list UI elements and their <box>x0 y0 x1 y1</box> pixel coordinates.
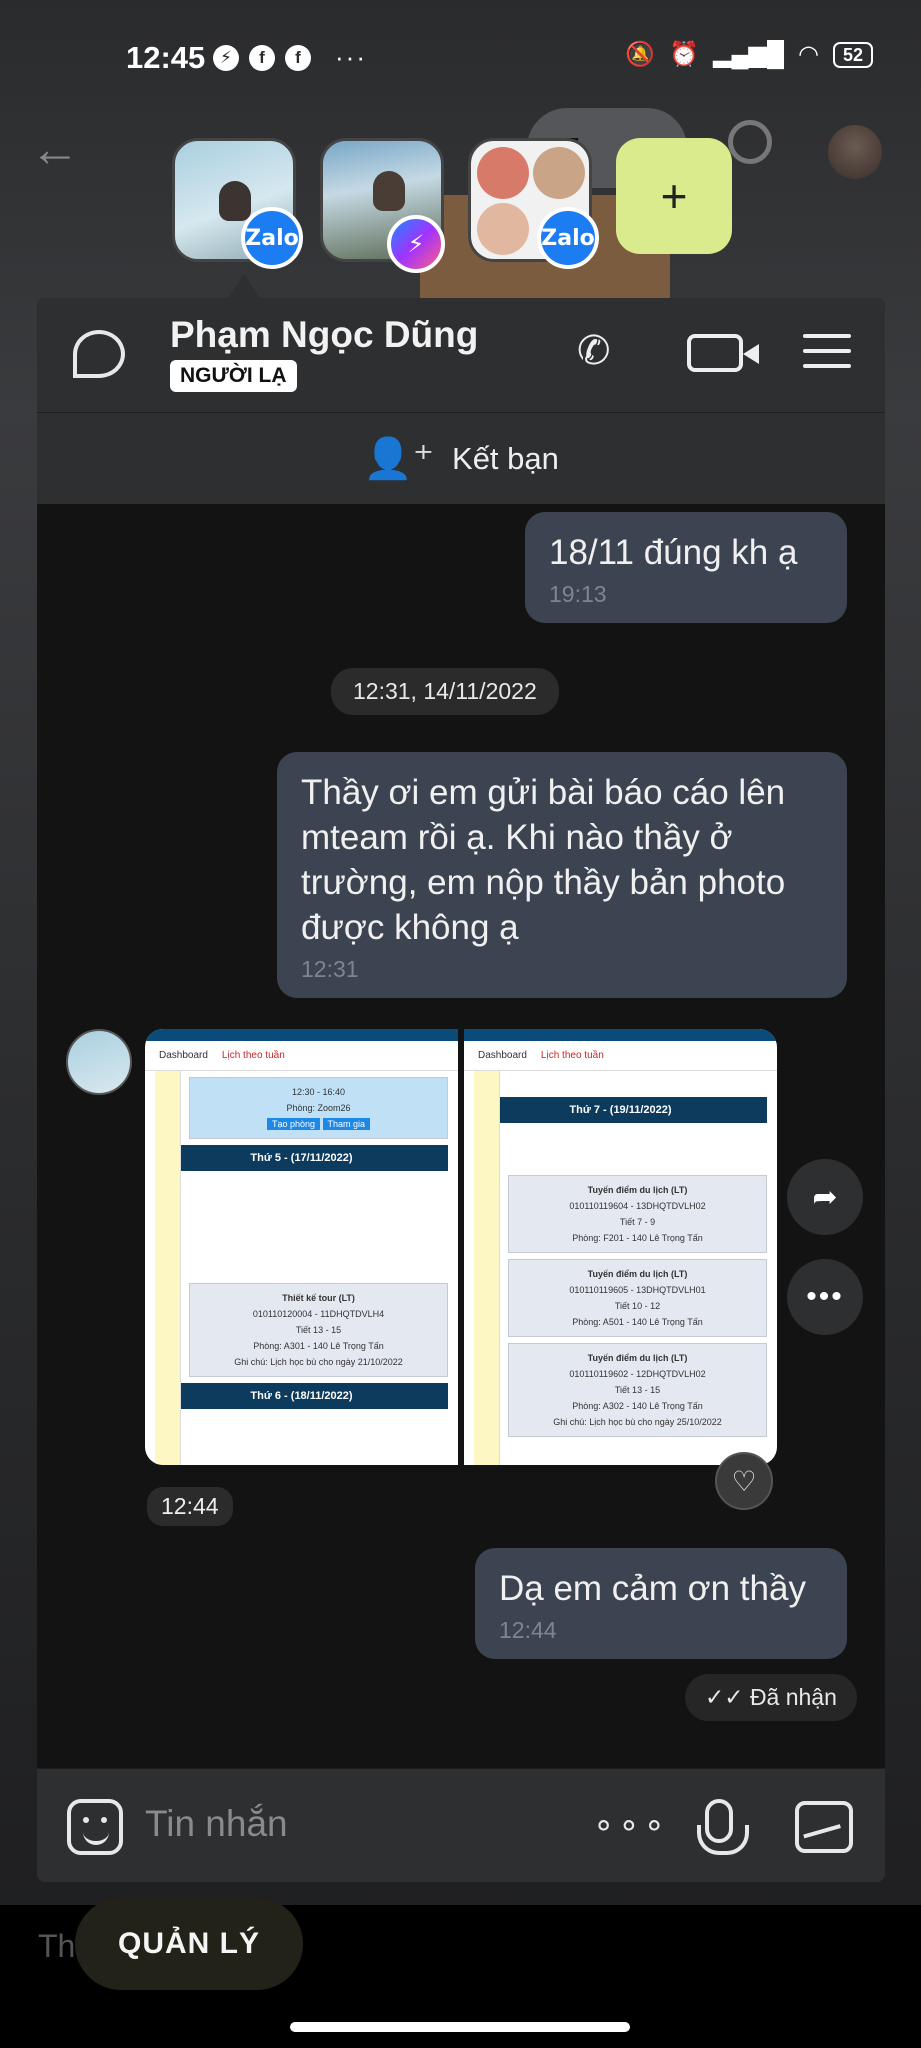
schedule-card: Tuyến điểm du lịch (LT) 010110119605 - 1… <box>508 1259 767 1337</box>
chat-heads: Zalo ⚡ Zalo + <box>172 138 732 273</box>
avatar <box>219 181 251 221</box>
add-friend-button[interactable]: 👤⁺ Kết bạn <box>37 412 885 504</box>
phone-icon[interactable]: ✆ <box>577 328 611 374</box>
manage-button[interactable]: QUẢN LÝ <box>75 1898 303 1990</box>
schedule-card: 12:30 - 16:40 Phòng: Zoom26 Tạo phòng Th… <box>189 1077 448 1139</box>
message-time: 19:13 <box>549 581 607 607</box>
zalo-icon: Zalo <box>537 207 599 269</box>
date-separator: 12:31, 14/11/2022 <box>331 668 559 715</box>
image-message[interactable]: Dashboard Lịch theo tuần 12:30 - 16:40 P… <box>145 1029 777 1465</box>
chat-bubble-icon[interactable] <box>73 330 125 378</box>
schedule-image-left[interactable]: Dashboard Lịch theo tuần 12:30 - 16:40 P… <box>145 1029 458 1465</box>
message-time: 12:44 <box>499 1617 557 1643</box>
day-header: Thứ 5 - (17/11/2022) <box>155 1145 448 1171</box>
outgoing-message[interactable]: Dạ em cảm ơn thầy 12:44 <box>475 1548 847 1659</box>
day-header: Thứ 6 - (18/11/2022) <box>155 1383 448 1409</box>
day-header: Thứ 7 - (19/11/2022) <box>474 1097 767 1123</box>
wifi-icon: ◠ <box>798 41 819 68</box>
back-arrow-icon: ← <box>30 121 80 177</box>
add-chat-head-button[interactable]: + <box>616 138 732 254</box>
tab-week-schedule: Lịch theo tuần <box>221 1050 285 1061</box>
chat-header: Phạm Ngọc Dũng NGƯỜI LẠ ✆ <box>37 298 885 412</box>
stranger-badge: NGƯỜI LẠ <box>170 360 297 392</box>
video-call-icon[interactable] <box>687 334 759 372</box>
schedule-card: Tuyến điểm du lịch (LT) 010110119602 - 1… <box>508 1343 767 1437</box>
image-gallery-icon[interactable] <box>795 1801 853 1853</box>
double-check-icon: ✓✓ <box>705 1684 750 1710</box>
avatar <box>477 203 529 255</box>
tab-dashboard: Dashboard <box>159 1050 208 1061</box>
microphone-icon[interactable] <box>697 1799 749 1855</box>
messenger-icon: ⚡ <box>387 215 445 273</box>
menu-icon[interactable] <box>803 334 851 379</box>
emoji-icon[interactable] <box>67 1799 123 1855</box>
avatar <box>373 171 405 211</box>
outgoing-message[interactable]: 18/11 đúng kh ạ 19:13 <box>525 512 847 623</box>
schedule-card: Thiết kế tour (LT) 010110120004 - 11DHQT… <box>189 1283 448 1377</box>
chat-window: Phạm Ngọc Dũng NGƯỜI LẠ ✆ 👤⁺ Kết bạn 18/… <box>37 298 885 1882</box>
system-icons: 🔕 ⏰ ▂▄▆█ ◠ 52 <box>625 40 873 69</box>
tab-dashboard: Dashboard <box>478 1050 527 1061</box>
message-time: 12:44 <box>147 1487 233 1526</box>
chat-head-pham-ngoc-dung[interactable]: Zalo <box>172 138 303 269</box>
zalo-icon: Zalo <box>241 207 303 269</box>
more-options-icon[interactable]: ••• <box>787 1259 863 1335</box>
background-text: Th <box>38 1928 76 1964</box>
status-overflow: ··· <box>335 42 367 72</box>
facebook-icon: f <box>285 44 311 71</box>
status-bar: 12:45 ⚡ f f ··· 🔕 ⏰ ▂▄▆█ ◠ 52 <box>0 0 921 115</box>
alarm-icon: ⏰ <box>669 41 700 68</box>
avatar <box>477 147 529 199</box>
chat-head-messenger[interactable]: ⚡ <box>320 138 445 273</box>
messenger-icon: ⚡ <box>213 44 239 71</box>
mute-icon: 🔕 <box>625 41 656 68</box>
heart-icon[interactable]: ♡ <box>715 1452 773 1510</box>
battery-icon: 52 <box>832 41 873 68</box>
message-text: 18/11 đúng kh ạ <box>549 533 798 572</box>
received-label: Đã nhận <box>749 1684 837 1710</box>
chat-head-group[interactable]: Zalo <box>468 138 599 269</box>
add-friend-label: Kết bạn <box>452 440 559 476</box>
notification-icons: ⚡ f f ··· <box>213 42 367 73</box>
message-composer: ∘∘∘ <box>37 1768 885 1882</box>
sender-avatar[interactable] <box>66 1029 132 1095</box>
message-text: Dạ em cảm ơn thầy <box>499 1569 806 1608</box>
active-head-pointer <box>228 274 260 298</box>
message-text: Thầy ơi em gửi bài báo cáo lên mteam rồi… <box>301 773 786 947</box>
signal-icon: ▂▄▆█ <box>713 41 785 68</box>
outgoing-message[interactable]: Thầy ơi em gửi bài báo cáo lên mteam rồi… <box>277 752 847 998</box>
status-time: 12:45 <box>126 40 206 75</box>
contact-name[interactable]: Phạm Ngọc Dũng <box>170 314 478 356</box>
home-indicator[interactable] <box>290 2022 630 2032</box>
avatar <box>533 147 585 199</box>
share-icon[interactable]: ➦ <box>787 1159 863 1235</box>
message-time: 12:31 <box>301 956 359 982</box>
facebook-icon: f <box>249 44 275 71</box>
background-avatar <box>828 125 882 179</box>
schedule-image-right[interactable]: Dashboard Lịch theo tuần Thứ 7 - (19/11/… <box>464 1029 777 1465</box>
search-icon <box>728 120 772 164</box>
more-options-icon[interactable]: ∘∘∘ <box>593 1805 669 1845</box>
received-status: ✓✓ Đã nhận <box>685 1674 857 1721</box>
tab-week-schedule: Lịch theo tuần <box>540 1050 604 1061</box>
message-input[interactable] <box>145 1803 545 1845</box>
add-user-icon: 👤⁺ <box>363 437 435 481</box>
schedule-card: Tuyến điểm du lịch (LT) 010110119604 - 1… <box>508 1175 767 1253</box>
